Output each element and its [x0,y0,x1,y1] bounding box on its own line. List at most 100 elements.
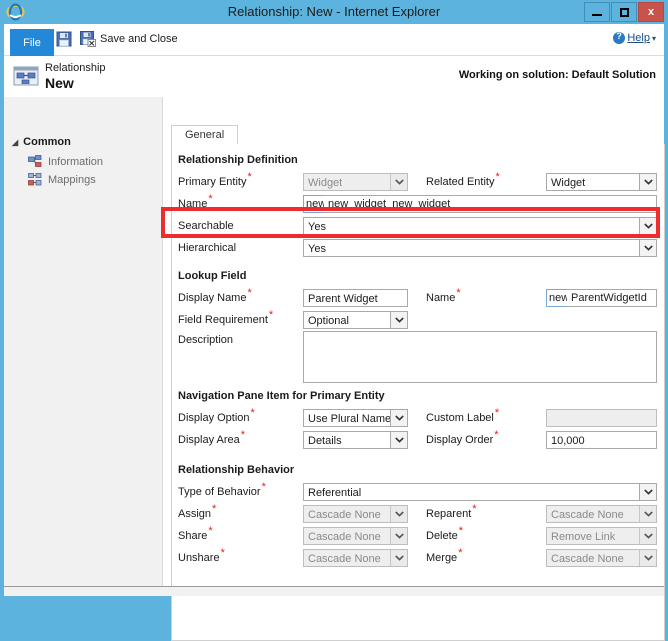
merge-select[interactable]: Cascade None [546,549,657,567]
chevron-down-icon[interactable] [390,528,407,544]
chevron-down-icon[interactable] [639,528,656,544]
collapse-triangle-icon[interactable]: ◢ [12,138,18,147]
label-hierarchical: Hierarchical [178,242,237,254]
required-marker: * [269,309,273,321]
ribbon-toolbar: File Save and Clos [4,24,664,56]
share-select[interactable]: Cascade None [303,527,408,545]
chevron-down-icon[interactable] [390,432,407,448]
type-of-behavior-select[interactable]: Referential [303,483,657,501]
label-merge: Merge* [426,552,462,564]
save-and-close-icon[interactable] [80,31,96,47]
sidebar-group-label: Common [23,136,71,148]
tab-general[interactable]: General [171,125,238,145]
sidebar: ◢ Common Information [4,97,163,586]
required-marker: * [247,171,251,183]
custom-label-input[interactable] [546,409,657,427]
label-description: Description [178,334,234,346]
chevron-down-icon[interactable] [639,218,656,234]
information-icon [28,155,42,168]
required-marker: * [494,429,498,441]
chevron-down-icon[interactable] [390,410,407,426]
chevron-down-icon[interactable] [390,174,407,190]
primary-entity-select[interactable]: Widget [303,173,408,191]
save-icon[interactable] [56,31,72,47]
form-area: General Relationship Definition Primary … [163,97,664,586]
chevron-down-icon[interactable] [639,506,656,522]
display-name-input[interactable]: Parent Widget [303,289,408,307]
required-marker: * [472,503,476,515]
window-controls: x [583,2,664,22]
section-title-relationship-behavior: Relationship Behavior [178,464,294,476]
delete-select[interactable]: Remove Link [546,527,657,545]
display-option-select[interactable]: Use Plural Name [303,409,408,427]
entity-type-label: Relationship [45,62,106,74]
reparent-select[interactable]: Cascade None [546,505,657,523]
required-marker: * [456,287,460,299]
assign-select[interactable]: Cascade None [303,505,408,523]
required-marker: * [208,525,212,537]
sidebar-group-common[interactable]: ◢ Common [12,136,71,148]
chevron-down-icon[interactable] [639,240,656,256]
minimize-button[interactable] [584,2,610,22]
chevron-down-icon[interactable] [390,550,407,566]
maximize-button[interactable] [611,2,637,22]
file-tab[interactable]: File [10,29,54,56]
chevron-down-icon[interactable] [390,506,407,522]
relationship-name-input[interactable]: new_widget_new_widget [324,195,657,213]
description-textarea[interactable] [303,331,657,383]
page-title: New [45,75,74,91]
close-button[interactable]: x [638,2,664,22]
chevron-down-icon[interactable] [390,312,407,328]
lookup-name-input[interactable]: ParentWidgetId [567,289,657,307]
relationship-icon [13,65,39,89]
chevron-down-icon[interactable] [639,550,656,566]
ie-window: Relationship: New - Internet Explorer x … [0,0,668,600]
help-button[interactable]: Help ▾ [613,32,656,44]
name-prefix: new_ [546,289,568,307]
mappings-icon [28,173,42,186]
lookup-name-field[interactable]: new_ ParentWidgetId [546,289,657,307]
required-marker: * [495,171,499,183]
required-marker: * [241,429,245,441]
chevron-down-icon[interactable] [639,484,656,500]
related-entity-select[interactable]: Widget [546,173,657,191]
help-label[interactable]: Help [627,32,650,44]
field-requirement-select[interactable]: Optional [303,311,408,329]
sidebar-item-label: Mappings [48,174,96,186]
name-prefix: new_ [303,195,325,213]
label-primary-entity: Primary Entity* [178,176,252,188]
label-unshare: Unshare* [178,552,225,564]
label-display-order: Display Order* [426,434,499,446]
required-marker: * [459,525,463,537]
window-body: File Save and Clos [4,24,664,586]
label-lookup-name: Name* [426,292,461,304]
label-searchable: Searchable [178,220,235,232]
required-marker: * [251,407,255,419]
display-order-input[interactable]: 10,000 [546,431,657,449]
help-icon [613,32,625,44]
chevron-down-icon[interactable]: ▾ [652,34,656,43]
tab-strip: General [171,125,657,145]
chevron-down-icon[interactable] [639,174,656,190]
hierarchical-select[interactable]: Yes [303,239,657,257]
label-reparent: Reparent* [426,508,477,520]
required-marker: * [458,547,462,559]
solution-context-label: Working on solution: Default Solution [459,69,656,81]
label-display-option: Display Option* [178,412,255,424]
searchable-select[interactable]: Yes [303,217,657,235]
label-type-of-behavior: Type of Behavior* [178,486,266,498]
section-title-navigation-pane: Navigation Pane Item for Primary Entity [178,390,385,402]
display-area-select[interactable]: Details [303,431,408,449]
unshare-select[interactable]: Cascade None [303,549,408,567]
relationship-name-field[interactable]: new_ new_widget_new_widget [303,195,657,213]
title-bar: Relationship: New - Internet Explorer x [0,0,668,24]
required-marker: * [262,481,266,493]
label-share: Share* [178,530,213,542]
label-field-requirement: Field Requirement* [178,314,273,326]
save-and-close-label[interactable]: Save and Close [100,33,178,45]
sidebar-item-mappings[interactable]: Mappings [28,173,96,186]
label-display-name: Display Name* [178,292,252,304]
required-marker: * [208,193,212,205]
sidebar-item-information[interactable]: Information [28,155,103,168]
sidebar-item-label: Information [48,156,103,168]
